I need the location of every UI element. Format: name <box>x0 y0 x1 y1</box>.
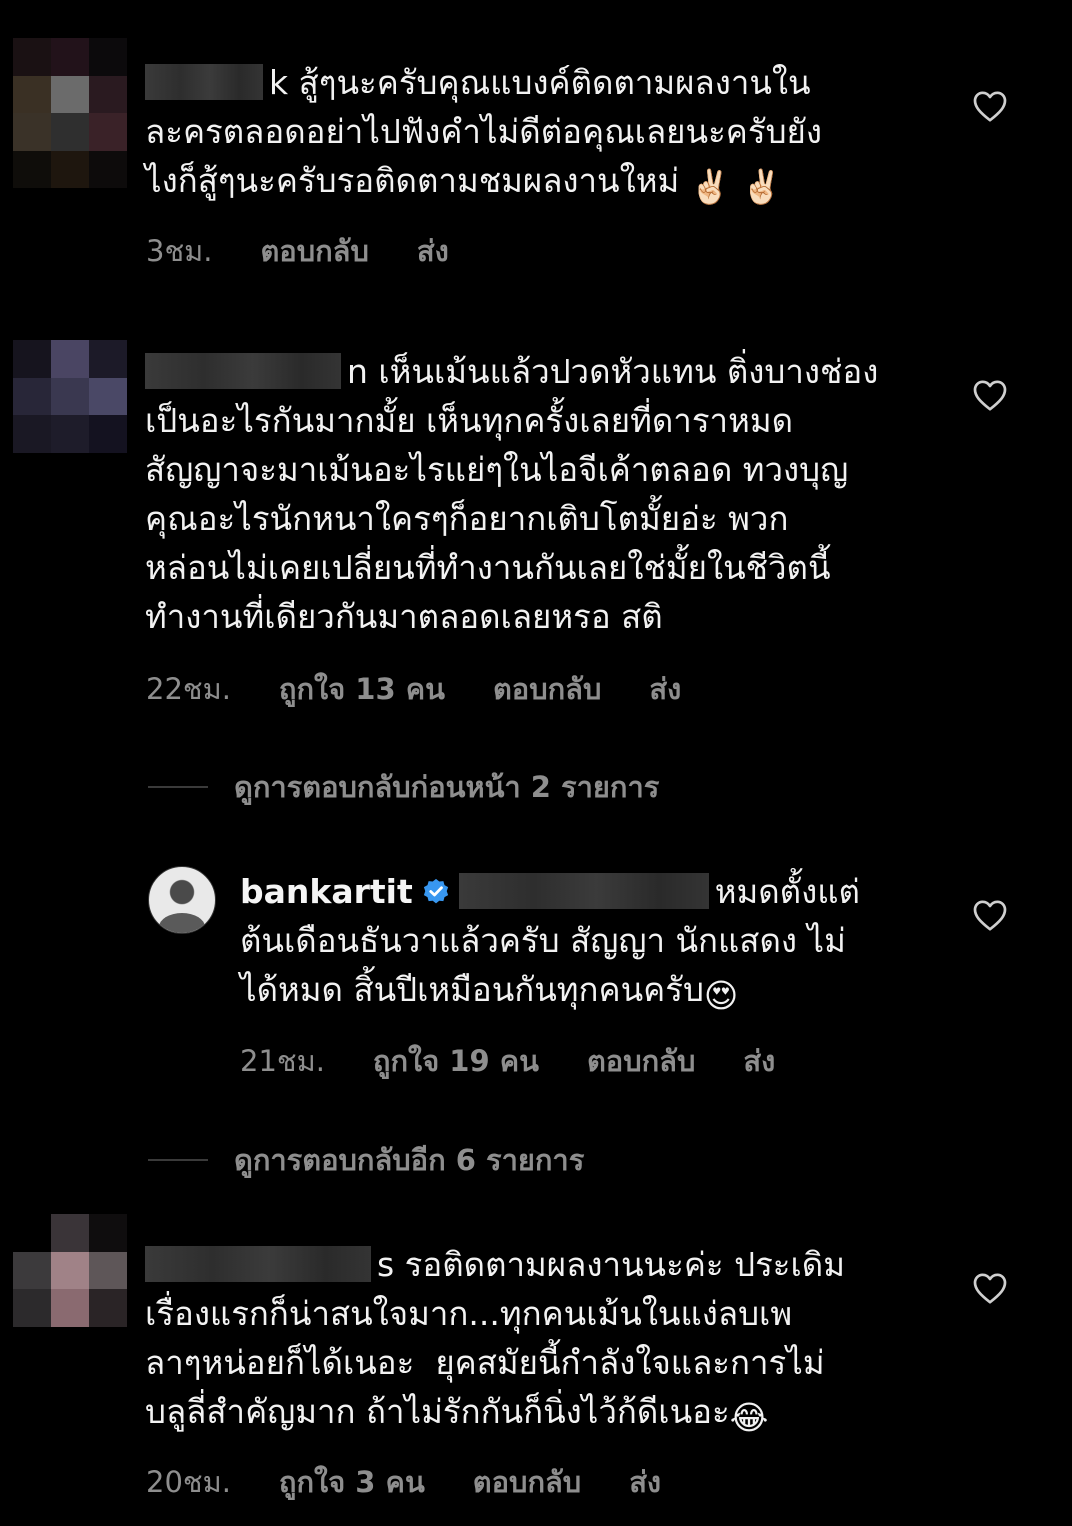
mentioned-username-blurred[interactable] <box>458 873 709 909</box>
comment-line: คุณอะไรนักหนาใครๆก็อยากเติบโตมั้ยอ่ะ พวก <box>145 499 789 538</box>
comment-line: บลูลี่สำคัญมาก ถ้าไม่รักกันก็นิ่งไว้ก้ดี… <box>145 1392 730 1431</box>
timestamp: 21ชม. <box>240 1044 325 1078</box>
view-previous-replies-button[interactable]: ดูการตอบกลับก่อนหน้า 2 รายการ <box>148 764 659 810</box>
timestamp: 22ชม. <box>146 672 231 706</box>
username-blurred[interactable] <box>145 353 341 389</box>
victory-hand-emoji: ✌🏻 ✌🏻 <box>689 167 783 206</box>
comment-meta: 3ชม. ตอบกลับ ส่ง <box>146 228 449 274</box>
avatar-blurred[interactable] <box>13 340 127 490</box>
comment-line: k สู้ๆนะครับคุณแบงค์ติดตามผลงานใน <box>269 63 811 102</box>
comment-meta: 20ชม. ถูกใจ 3 คน ตอบกลับ ส่ง <box>146 1459 661 1505</box>
comment-line: เป็นอะไรกันมากมั้ย เห็นทุกครั้งเลยที่ดาร… <box>145 401 794 440</box>
heart-outline-icon[interactable] <box>972 1271 1008 1305</box>
send-button[interactable]: ส่ง <box>417 228 449 274</box>
send-button[interactable]: ส่ง <box>743 1038 775 1084</box>
send-button[interactable]: ส่ง <box>629 1459 661 1505</box>
avatar[interactable] <box>148 866 216 934</box>
comment-line: ละครตลอดอย่าไปฟังคำไม่ดีต่อคุณเลยนะครับย… <box>145 112 822 151</box>
likes-count[interactable]: ถูกใจ 3 คน <box>279 1459 425 1505</box>
heart-outline-icon[interactable] <box>972 89 1008 123</box>
heart-eyes-emoji: 😍 <box>703 976 739 1015</box>
reply-button[interactable]: ตอบกลับ <box>473 1459 581 1505</box>
avatar-blurred[interactable] <box>13 38 127 188</box>
comment-meta: 21ชม. ถูกใจ 19 คน ตอบกลับ ส่ง <box>240 1038 775 1084</box>
comment-line: เรื่องแรกก็น่าสนใจมาก...ทุกคนเม้นในแง่ลบ… <box>145 1294 793 1333</box>
comment-line: ได้หมด สิ้นปีเหมือนกันทุกคนครับ <box>240 970 704 1009</box>
comment-text: bankartit หมดตั้งแต่ ต้นเดือนธันวาแล้วครั… <box>240 867 860 1020</box>
comment-line: ต้นเดือนธันวาแล้วครับ สัญญา นักแสดง ไม่ <box>240 921 846 960</box>
comment-line: ทำงานที่เดียวกันมาตลอดเลยหรอ สติ <box>145 597 663 636</box>
comment-text: k สู้ๆนะครับคุณแบงค์ติดตามผลงานใน ละครตล… <box>145 58 822 211</box>
timestamp: 3ชม. <box>146 234 213 268</box>
comment-text: n เห็นเม้นแล้วปวดหัวแทน ติ่งบางช่อง เป็น… <box>145 347 878 641</box>
comment-line: s รอติดตามผลงานนะค่ะ ประเดิม <box>377 1245 845 1284</box>
heart-outline-icon[interactable] <box>972 898 1008 932</box>
comment-line: n เห็นเม้นแล้วปวดหัวแทน ติ่งบางช่อง <box>347 352 879 391</box>
avatar-blurred[interactable] <box>13 1214 127 1364</box>
comment-line: หล่อนไม่เคยเปลี่ยนที่ทำงานกันเลยใช่มั้ยใ… <box>145 548 831 587</box>
view-more-replies-button[interactable]: ดูการตอบกลับอีก 6 รายการ <box>148 1137 584 1183</box>
heart-outline-icon[interactable] <box>972 378 1008 412</box>
username-blurred[interactable] <box>145 1246 371 1282</box>
divider <box>148 1159 208 1161</box>
view-previous-replies-label: ดูการตอบกลับก่อนหน้า 2 รายการ <box>234 770 660 804</box>
comment-text: s รอติดตามผลงานนะค่ะ ประเดิม เรื่องแรกก็… <box>145 1240 845 1442</box>
reply-button[interactable]: ตอบกลับ <box>587 1038 695 1084</box>
verified-badge-icon <box>423 878 448 904</box>
comment-line: ไงก็สู้ๆนะครับรอติดตามชมผลงานใหม่ <box>145 161 680 200</box>
likes-count[interactable]: ถูกใจ 19 คน <box>373 1038 539 1084</box>
send-button[interactable]: ส่ง <box>649 666 681 712</box>
comment-line: หมดตั้งแต่ <box>714 872 860 911</box>
comment-meta: 22ชม. ถูกใจ 13 คน ตอบกลับ ส่ง <box>146 666 681 712</box>
username-link[interactable]: bankartit <box>240 872 413 911</box>
reply-button[interactable]: ตอบกลับ <box>493 666 601 712</box>
username-blurred[interactable] <box>145 64 263 100</box>
view-more-replies-label: ดูการตอบกลับอีก 6 รายการ <box>234 1143 585 1177</box>
reply-button[interactable]: ตอบกลับ <box>260 228 368 274</box>
tears-of-joy-emoji: 😂 <box>729 1398 769 1437</box>
divider <box>148 786 208 788</box>
comment-line: สัญญาจะมาเม้นอะไรแย่ๆในไอจีเค้าตลอด ทวงบ… <box>145 450 849 489</box>
comment-line: ลาๆหน่อยก็ได้เนอะ ยุคสมัยนี้กำลังใจและกา… <box>145 1343 825 1382</box>
timestamp: 20ชม. <box>146 1465 231 1499</box>
likes-count[interactable]: ถูกใจ 13 คน <box>279 666 445 712</box>
